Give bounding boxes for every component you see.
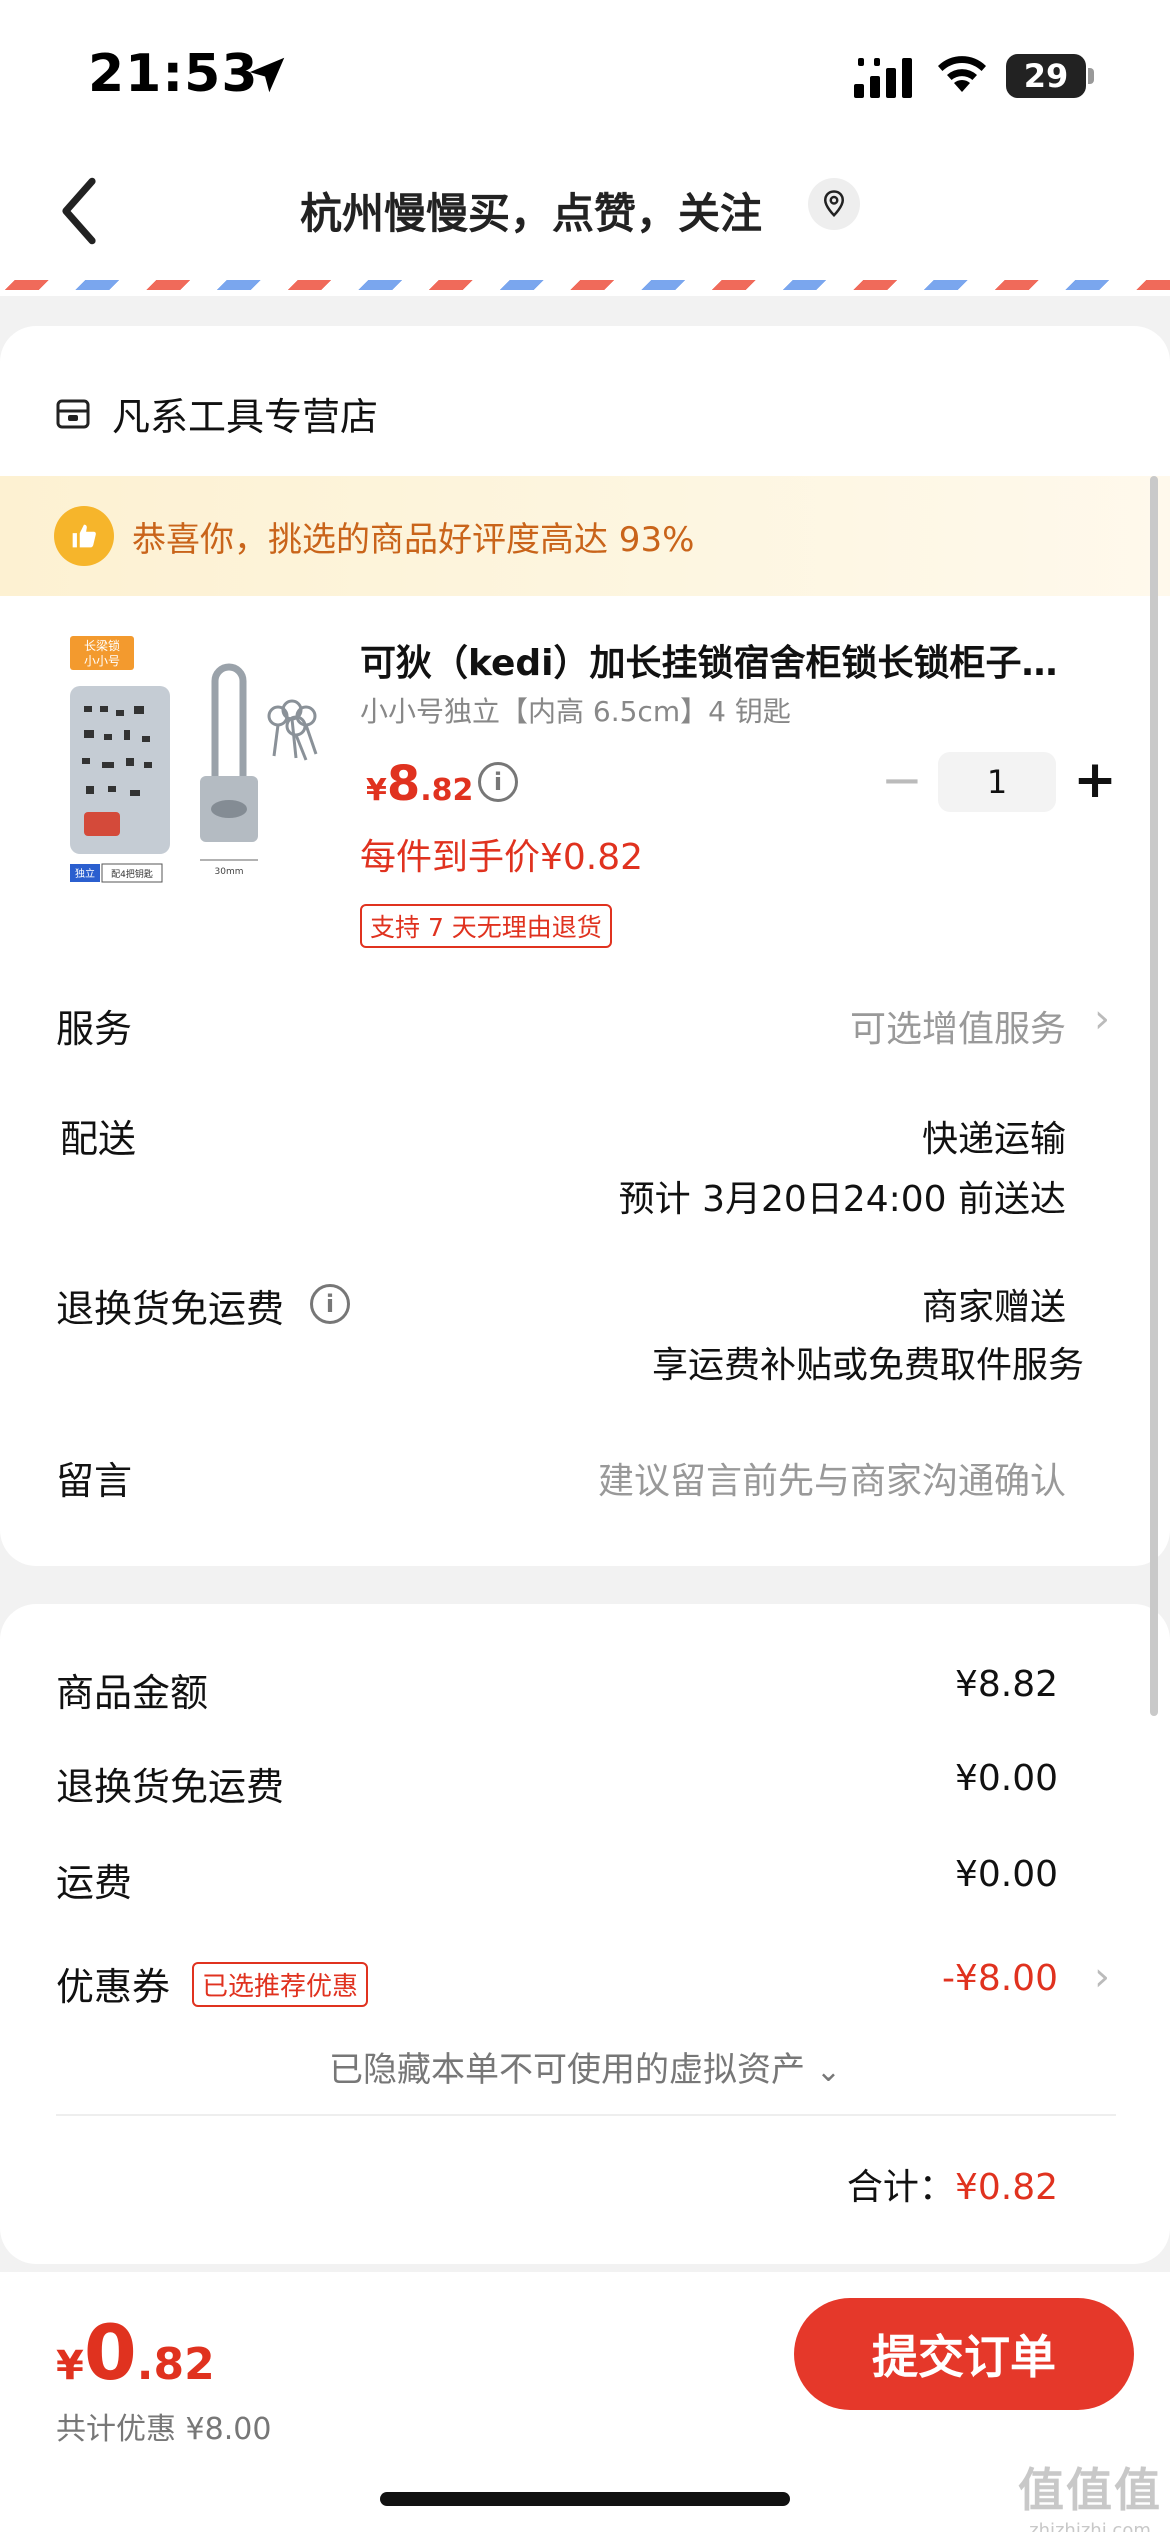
chevron-down-icon: ⌄ xyxy=(815,2054,841,2089)
return-policy-tag: 支持 7 天无理由退货 xyxy=(360,904,612,948)
status-time: 21:53 xyxy=(88,44,259,104)
store-name: 凡系工具专营店 xyxy=(112,395,379,439)
total-row: 合计：¥0.82 xyxy=(847,2158,1058,2210)
delivery-eta: 预计 3月20日24:00 前送达 xyxy=(618,1179,1066,1220)
thumbs-up-icon xyxy=(54,506,114,566)
watermark-line2: zhizhizhi.com xyxy=(1029,2520,1151,2532)
order-card: 凡系工具专营店 恭喜你，挑选的商品好评度高达 93% 长梁锁 小小号 30mm … xyxy=(0,326,1170,1566)
delivery-label: 配送 xyxy=(60,1117,137,1161)
quantity-input[interactable]: 1 xyxy=(938,752,1056,812)
battery-indicator: 29 xyxy=(1006,54,1086,98)
total-discount: 共计优惠 ¥8.00 xyxy=(56,2412,272,2447)
back-chevron-icon[interactable] xyxy=(54,176,104,246)
store-row[interactable]: 凡系工具专营店 xyxy=(56,386,378,441)
service-value[interactable]: 可选增值服务 xyxy=(850,1000,1066,1052)
price-currency: ¥ xyxy=(366,773,387,808)
bottom-price-decimal: .82 xyxy=(136,2339,215,2390)
total-discount-text: 共计优惠 ¥8.00 xyxy=(56,2404,271,2448)
image-badge-left: 独立 xyxy=(75,867,95,880)
shipping-value: ¥0.00 xyxy=(954,1854,1058,1895)
home-indicator[interactable] xyxy=(380,2492,790,2506)
price-info-icon[interactable]: i xyxy=(478,762,518,802)
coupon-value[interactable]: -¥8.00 xyxy=(942,1958,1058,1999)
checkout-bar: ¥0.82 共计优惠 ¥8.00 提交订单 值值值 zhizhizhi.com xyxy=(0,2272,1170,2532)
image-tag-sub: 小小号 xyxy=(84,654,120,668)
price-summary-card: 商品金额 ¥8.82 退换货免运费 ¥0.00 运费 ¥0.00 优惠券 已选推… xyxy=(0,1604,1170,2264)
watermark-line1: 值值值 xyxy=(1018,2463,1162,2517)
total-value: ¥0.82 xyxy=(954,2167,1058,2208)
address-title[interactable]: 杭州慢慢买，点赞，关注 xyxy=(300,180,762,241)
return-fee-value-line2: 享运费补贴或免费取件服务 xyxy=(651,1345,1084,1386)
status-bar: 21:53 29 xyxy=(0,0,1170,150)
wifi-icon xyxy=(938,56,986,92)
product-title[interactable]: 可狄（kedi）加长挂锁宿舍柜锁长锁柜子… xyxy=(360,634,1120,686)
coupon-selected-tag: 已选推荐优惠 xyxy=(192,1962,369,2007)
bottom-price-integer: 0 xyxy=(83,2308,137,2397)
message-input[interactable]: 建议留言前先与商家沟通确认 xyxy=(598,1452,1066,1504)
coupon-chevron-icon[interactable]: › xyxy=(1094,1954,1110,2000)
image-dim-label: 30mm xyxy=(215,867,244,877)
cellular-signal-icon xyxy=(854,58,912,98)
summary-return-fee-label: 退换货免运费 xyxy=(56,1765,285,1809)
nav-bar: 杭州慢慢买，点赞，关注 xyxy=(0,150,1170,280)
image-tag-top: 长梁锁 xyxy=(84,638,120,653)
return-fee-label: 退换货免运费 xyxy=(56,1287,285,1331)
store-icon xyxy=(56,399,90,428)
unit-price: 每件到手价¥0.82 xyxy=(360,837,644,878)
bottom-price-currency: ¥ xyxy=(56,2343,84,2389)
battery-tip xyxy=(1088,68,1094,84)
goods-amount-label: 商品金额 xyxy=(56,1671,209,1715)
total-label: 合计： xyxy=(846,2167,955,2208)
price-decimal: .82 xyxy=(420,773,474,808)
goods-amount-value: ¥8.82 xyxy=(954,1664,1058,1705)
quantity-decrease-button[interactable]: − xyxy=(872,752,932,812)
rating-tip-banner: 恭喜你，挑选的商品好评度高达 93% xyxy=(0,476,1170,596)
bottom-total-price: ¥0.82 xyxy=(56,2308,215,2397)
summary-divider xyxy=(56,2114,1116,2116)
hidden-assets-toggle[interactable]: 已隐藏本单不可使用的虚拟资产 ⌄ xyxy=(0,2042,1170,2091)
summary-return-fee-value: ¥0.00 xyxy=(954,1758,1058,1799)
image-badge-right: 配4把钥匙 xyxy=(111,868,153,880)
hidden-assets-text: 已隐藏本单不可使用的虚拟资产 xyxy=(329,2050,806,2090)
price-integer: 8 xyxy=(386,756,421,812)
location-pin-icon[interactable] xyxy=(808,178,860,230)
return-fee-value-line1: 商家赠送 xyxy=(921,1287,1066,1328)
product-price: ¥8.82 xyxy=(366,756,473,812)
rating-tip-text: 恭喜你，挑选的商品好评度高达 93% xyxy=(132,519,695,560)
coupon-label: 优惠券 xyxy=(56,1965,171,2009)
scrollbar[interactable] xyxy=(1150,476,1158,1716)
location-arrow-icon xyxy=(249,57,285,93)
message-label: 留言 xyxy=(56,1459,133,1503)
service-chevron-icon[interactable]: › xyxy=(1094,996,1110,1042)
service-label: 服务 xyxy=(56,1007,133,1051)
delivery-method: 快递运输 xyxy=(921,1119,1066,1160)
submit-order-button[interactable]: 提交订单 xyxy=(794,2298,1134,2410)
return-fee-info-icon[interactable]: i xyxy=(310,1284,350,1324)
quantity-increase-button[interactable]: + xyxy=(1064,750,1126,812)
shipping-label: 运费 xyxy=(56,1861,133,1905)
watermark-logo: 值值值 zhizhizhi.com xyxy=(1016,2454,1164,2532)
airmail-stripe xyxy=(0,280,1170,290)
product-image[interactable]: 长梁锁 小小号 30mm 独立 配4把钥匙 xyxy=(60,626,340,906)
product-sku[interactable]: 小小号独立【内高 6.5cm】4 钥匙 xyxy=(360,690,791,730)
